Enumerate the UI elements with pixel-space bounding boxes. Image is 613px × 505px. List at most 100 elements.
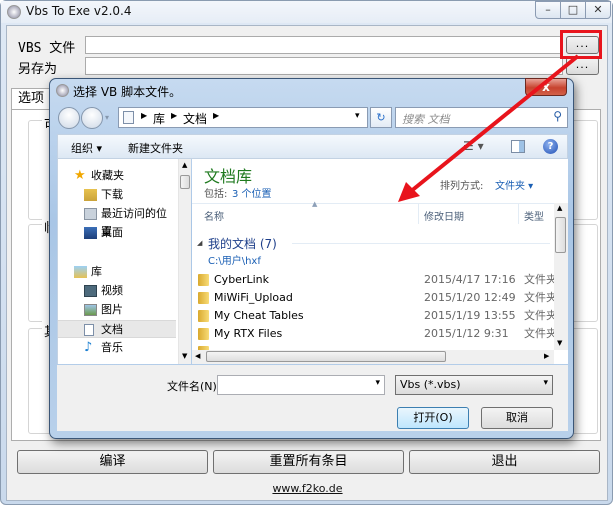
preview-pane-icon[interactable] — [511, 140, 525, 153]
nav-downloads[interactable]: 下载 — [58, 186, 176, 204]
refresh-button[interactable]: ↻ — [370, 107, 392, 128]
scroll-down-icon[interactable]: ▼ — [557, 339, 562, 347]
cancel-button[interactable]: 取消 — [481, 407, 553, 429]
nav-libraries-label: 库 — [91, 265, 102, 278]
vscroll-thumb[interactable] — [555, 217, 566, 253]
folder-icon — [198, 328, 209, 340]
tab-options[interactable]: 选项 — [11, 88, 51, 110]
nav-downloads-label: 下载 — [101, 188, 123, 201]
folder-icon — [198, 310, 209, 322]
filename-dropdown-icon[interactable]: ▾ — [375, 378, 380, 388]
nav-music[interactable]: ♪ 音乐 — [58, 339, 176, 357]
recent-pages-icon[interactable]: ▾ — [105, 113, 109, 122]
nav-favorites-label: 收藏夹 — [91, 169, 124, 182]
organize-button[interactable]: 组织 ▾ — [71, 140, 102, 156]
scroll-up-icon[interactable]: ▲ — [182, 161, 187, 169]
exit-button[interactable]: 退出 — [409, 450, 600, 474]
column-name[interactable]: 名称 — [204, 208, 224, 223]
group-header[interactable]: 我的文档 (7) — [208, 235, 277, 252]
file-list-vscrollbar[interactable]: ▲ ▼ — [554, 203, 568, 350]
breadcrumb-separator-icon: ▶ — [171, 111, 178, 120]
search-input[interactable]: 搜索 文档 ⚲ — [395, 107, 568, 128]
file-list-pane: 文档库 包括: 3 个位置 排列方式: 文件夹 ▾ 名称 ▲ 修改日期 类型 ◢… — [192, 159, 568, 364]
nav-pictures-label: 图片 — [101, 303, 123, 316]
new-folder-button[interactable]: 新建文件夹 — [128, 140, 183, 156]
collapse-group-icon[interactable]: ◢ — [197, 239, 202, 247]
filter-select[interactable]: Vbs (*.vbs) ▾ — [395, 375, 553, 395]
documents-icon — [84, 324, 94, 336]
breadcrumb-separator-icon: ▶ — [213, 111, 220, 120]
dialog-close-button[interactable]: x — [525, 78, 567, 96]
nav-recent-places[interactable]: 最近访问的位置 — [58, 205, 176, 238]
breadcrumb-libraries[interactable]: 库 — [153, 110, 165, 127]
arrange-by-dropdown[interactable]: 文件夹 ▾ — [495, 177, 533, 192]
view-options-icon[interactable]: ☰ ▾ — [463, 139, 484, 153]
filename-input[interactable]: ▾ — [217, 375, 385, 395]
column-divider[interactable] — [518, 204, 519, 224]
file-row[interactable]: My RTX Files 2015/1/12 9:31 文件夹 — [192, 325, 554, 343]
file-row[interactable]: My Cheat Tables 2015/1/19 13:55 文件夹 — [192, 307, 554, 325]
file-name: MiWiFi_Upload — [214, 291, 293, 304]
file-type: 文件夹 — [524, 309, 554, 322]
nav-videos[interactable]: 视频 — [58, 282, 176, 300]
file-list-hscrollbar[interactable]: ◀ ▶ — [192, 350, 554, 364]
nav-libraries[interactable]: 库 — [58, 263, 176, 281]
file-date: 2015/4/17 17:16 — [424, 273, 516, 286]
highlight-box — [560, 30, 602, 59]
nav-documents[interactable]: 文档 — [58, 320, 176, 338]
dialog-title: 选择 VB 脚本文件。 — [73, 85, 182, 99]
breadcrumb-separator-icon: ▶ — [141, 111, 148, 120]
nav-desktop[interactable]: 桌面 — [58, 224, 176, 242]
forward-button[interactable] — [81, 107, 103, 129]
nav-music-label: 音乐 — [101, 341, 123, 354]
file-name: My Cheat Tables — [214, 309, 304, 322]
downloads-icon — [84, 189, 97, 201]
help-icon[interactable]: ? — [543, 139, 558, 154]
column-type[interactable]: 类型 — [524, 208, 544, 223]
includes-locations-link[interactable]: 3 个位置 — [232, 185, 272, 200]
star-icon: ★ — [74, 168, 86, 183]
address-dropdown-icon[interactable]: ▾ — [355, 111, 360, 121]
document-icon — [123, 111, 134, 124]
scroll-right-icon[interactable]: ▶ — [544, 352, 549, 360]
search-placeholder: 搜索 文档 — [402, 113, 450, 126]
dialog-toolbar: 组织 ▾ 新建文件夹 ☰ ▾ ? — [57, 134, 568, 159]
minimize-button[interactable]: – — [535, 1, 561, 19]
compile-button[interactable]: 编译 — [17, 450, 208, 474]
filter-dropdown-icon[interactable]: ▾ — [543, 378, 548, 388]
hscroll-thumb[interactable] — [206, 351, 446, 362]
nav-scrollbar[interactable]: ▲ ▼ — [178, 159, 191, 364]
back-button[interactable] — [58, 107, 80, 129]
column-header: 名称 ▲ 修改日期 类型 — [192, 200, 554, 224]
scroll-left-icon[interactable]: ◀ — [195, 352, 200, 360]
breadcrumb-documents[interactable]: 文档 — [183, 110, 207, 127]
nav-scroll-thumb[interactable] — [180, 175, 190, 189]
nav-desktop-label: 桌面 — [101, 226, 123, 239]
libraries-icon — [74, 266, 87, 278]
filter-value: Vbs (*.vbs) — [400, 378, 461, 391]
filename-label: 文件名(N): — [167, 380, 221, 393]
file-row-partial[interactable] — [192, 343, 554, 350]
window-title: Vbs To Exe v2.0.4 — [26, 4, 132, 18]
column-date[interactable]: 修改日期 — [424, 208, 464, 223]
file-row[interactable]: MiWiFi_Upload 2015/1/20 12:49 文件夹 — [192, 289, 554, 307]
music-icon: ♪ — [84, 340, 93, 355]
scroll-down-icon[interactable]: ▼ — [182, 352, 187, 360]
library-title: 文档库 — [204, 167, 253, 186]
column-divider[interactable] — [418, 204, 419, 224]
folder-icon — [198, 274, 209, 286]
nav-pictures[interactable]: 图片 — [58, 301, 176, 319]
website-link[interactable]: www.f2ko.de — [1, 482, 613, 495]
nav-favorites[interactable]: ★ 收藏夹 — [58, 167, 176, 185]
close-button[interactable]: ✕ — [585, 1, 611, 19]
open-button[interactable]: 打开(O) — [397, 407, 469, 429]
browse-save-button[interactable]: ... — [566, 57, 599, 75]
address-bar[interactable]: ▶ 库 ▶ 文档 ▶ ▾ — [118, 107, 368, 128]
save-as-input[interactable] — [85, 57, 563, 75]
vbs-file-input[interactable] — [85, 36, 563, 54]
maximize-button[interactable]: □ — [560, 1, 586, 19]
save-as-label: 另存为 — [18, 62, 58, 77]
file-row[interactable]: CyberLink 2015/4/17 17:16 文件夹 — [192, 271, 554, 289]
reset-all-button[interactable]: 重置所有条目 — [213, 450, 404, 474]
scroll-up-icon[interactable]: ▲ — [557, 204, 562, 212]
